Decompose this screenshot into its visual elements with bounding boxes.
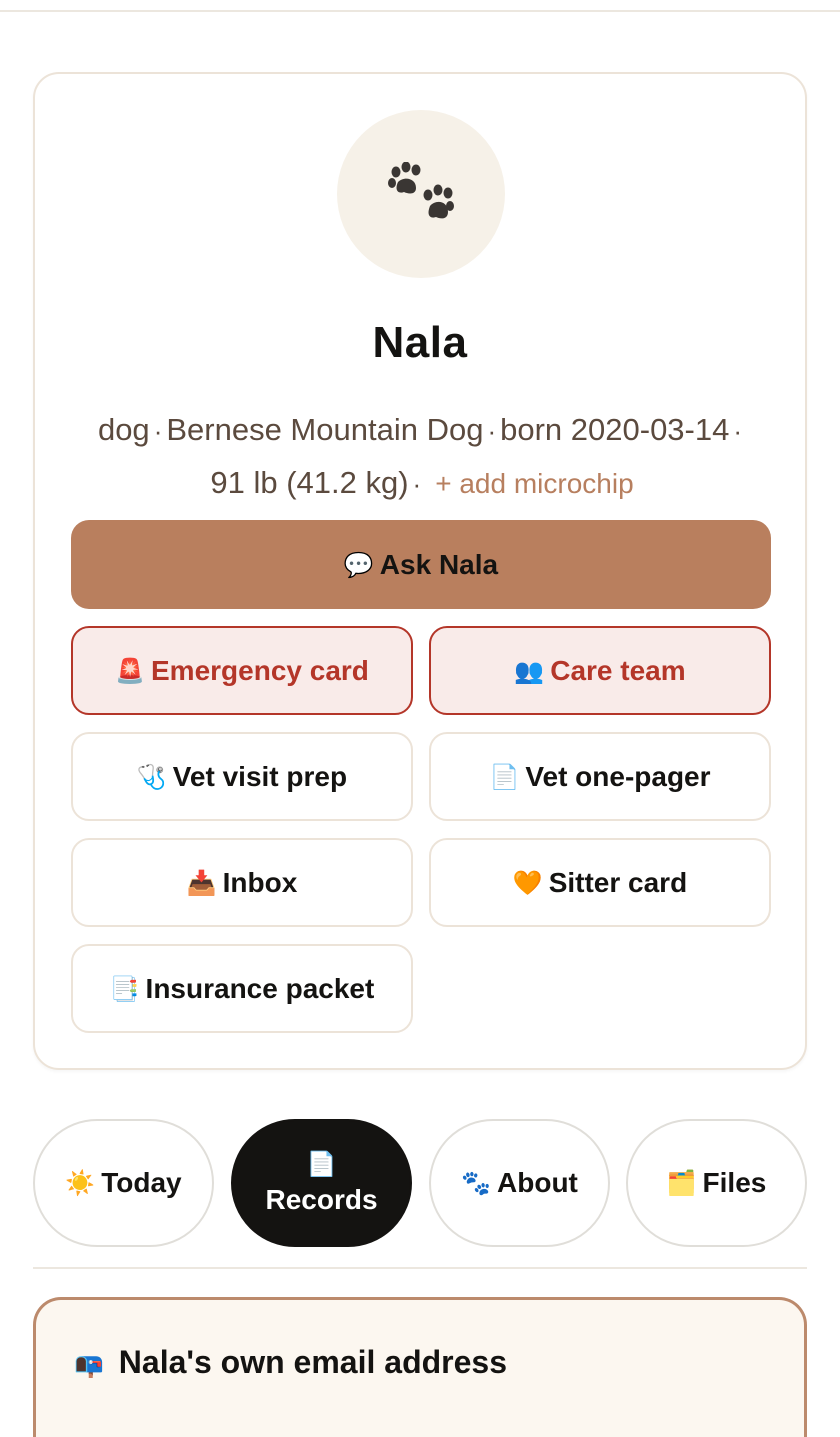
pet-birthdate: born 2020-03-14	[500, 412, 730, 447]
pet-breed: Bernese Mountain Dog	[166, 412, 484, 447]
sun-icon: ☀️	[65, 1169, 96, 1197]
tab-records-label: Records	[265, 1184, 378, 1215]
pet-avatar	[337, 110, 505, 278]
document-icon: 📄	[306, 1150, 337, 1178]
tab-today-label: Today	[101, 1167, 182, 1198]
ask-pet-label: Ask Nala	[379, 548, 499, 580]
separator: ·	[412, 469, 422, 499]
ask-pet-button[interactable]: 💬 Ask Nala	[71, 520, 771, 609]
separator: ·	[733, 416, 743, 446]
inbox-button[interactable]: 📥 Inbox	[71, 838, 413, 927]
tab-today[interactable]: ☀️ Today	[33, 1119, 214, 1247]
top-divider	[0, 0, 840, 12]
separator: ·	[153, 416, 163, 446]
tab-records[interactable]: 📄 Records	[231, 1119, 412, 1247]
document-icon: 📄	[489, 762, 520, 791]
pet-profile-card: Nala dog · Bernese Mountain Dog · born 2020-…	[33, 72, 807, 1070]
sitter-card-label: Sitter card	[548, 866, 688, 898]
vet-visit-prep-label: Vet visit prep	[172, 760, 348, 792]
pet-email-heading: 📭 Nala's own email address	[74, 1344, 507, 1381]
pet-email-title: Nala's own email address	[118, 1344, 507, 1380]
emergency-card-label: Emergency card	[151, 654, 369, 686]
vet-visit-prep-button[interactable]: 🩺 Vet visit prep	[71, 732, 413, 821]
emergency-card-button[interactable]: 🚨 Emergency card	[71, 626, 413, 715]
siren-icon: 🚨	[115, 656, 145, 685]
tab-about[interactable]: 🐾 About	[429, 1119, 610, 1247]
insurance-packet-label: Insurance packet	[145, 972, 375, 1004]
pet-name: Nala	[372, 318, 468, 367]
tab-files-label: Files	[702, 1167, 767, 1198]
care-team-label: Care team	[550, 654, 686, 686]
pet-weight: 91 lb (41.2 kg)	[210, 465, 409, 500]
tab-about-label: About	[497, 1167, 578, 1198]
stethoscope-icon: 🩺	[136, 762, 167, 791]
vet-one-pager-button[interactable]: 📄 Vet one-pager	[429, 732, 771, 821]
chat-bubble-icon: 💬	[343, 550, 374, 579]
insurance-packet-button[interactable]: 📑 Insurance packet	[71, 944, 413, 1033]
separator: ·	[487, 416, 497, 446]
people-icon: 👥	[514, 656, 545, 685]
pet-email-card: 📭 Nala's own email address	[33, 1297, 807, 1437]
paw-prints-icon: 🐾	[461, 1169, 492, 1197]
card-index-dividers-icon: 🗂️	[666, 1169, 697, 1197]
section-tabs: ☀️ Today 📄 Records 🐾 About 🗂️ Files	[33, 1119, 807, 1247]
care-team-button[interactable]: 👥 Care team	[429, 626, 771, 715]
add-microchip-link[interactable]: + add microchip	[435, 468, 633, 499]
orange-heart-icon: 🧡	[512, 868, 543, 897]
pet-details: dog · Bernese Mountain Dog · born 2020-03-14…	[55, 404, 789, 510]
bookmark-tabs-icon: 📑	[109, 974, 140, 1003]
vet-one-pager-label: Vet one-pager	[525, 760, 711, 792]
inbox-label: Inbox	[222, 866, 298, 898]
paw-prints-icon	[388, 162, 454, 219]
mailbox-icon: 📭	[74, 1351, 104, 1379]
tab-files[interactable]: 🗂️ Files	[626, 1119, 807, 1247]
section-divider	[33, 1267, 807, 1269]
pet-species: dog	[97, 412, 150, 447]
sitter-card-button[interactable]: 🧡 Sitter card	[429, 838, 771, 927]
inbox-tray-icon: 📥	[186, 868, 217, 897]
